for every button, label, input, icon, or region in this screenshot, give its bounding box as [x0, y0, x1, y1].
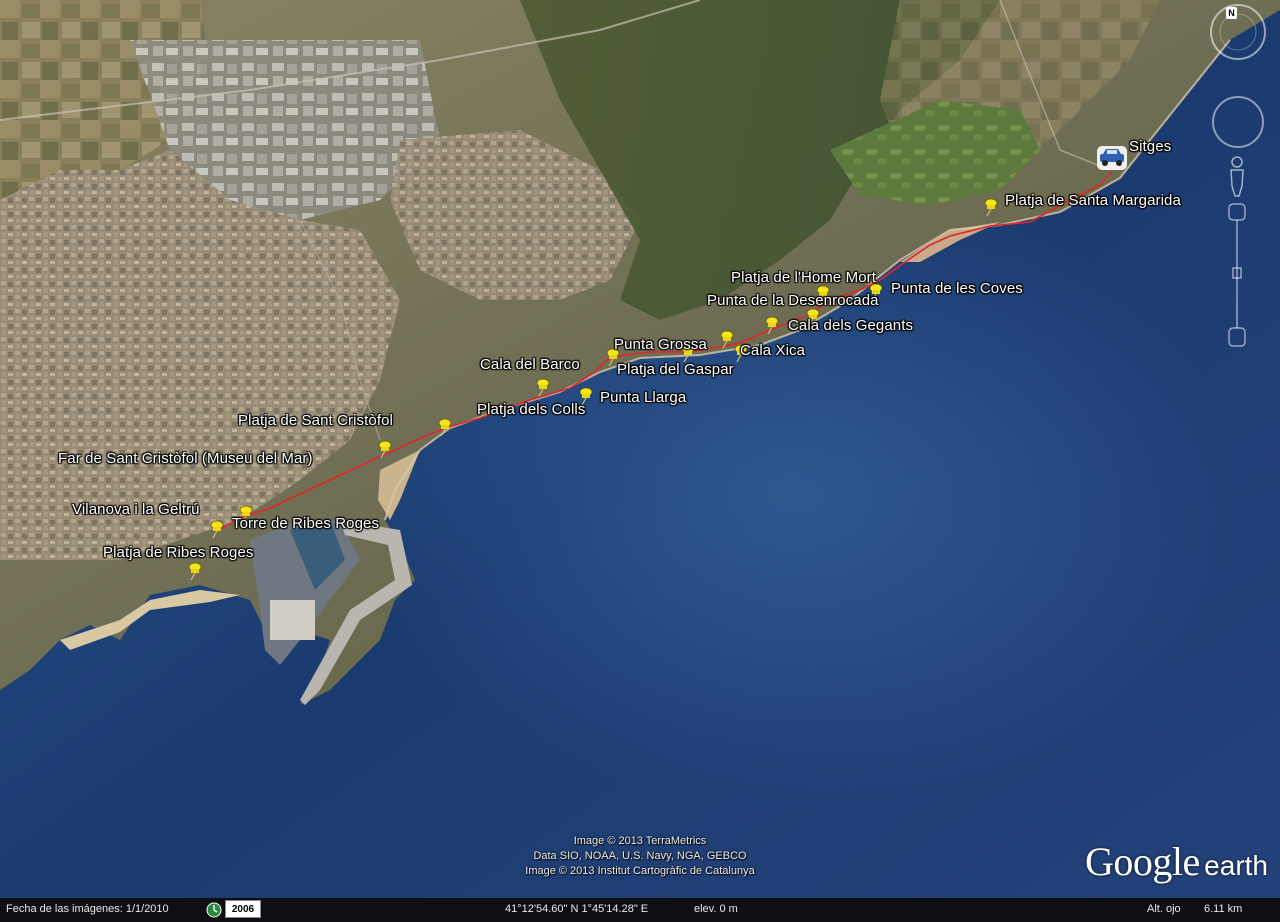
elevation-readout: elev. 0 m	[694, 903, 738, 915]
place-label-far-sant-cristofol[interactable]: Far de Sant Cristòfol (Museu del Mar)	[58, 450, 313, 467]
place-label-torre-ribes[interactable]: Torre de Ribes Roges	[232, 515, 379, 532]
place-label-platja-colls[interactable]: Platja dels Colls	[477, 401, 585, 418]
pushpin-icon[interactable]	[209, 520, 225, 538]
history-clock-icon[interactable]	[206, 902, 222, 918]
navigation-controls[interactable]: N	[1208, 2, 1268, 352]
logo-earth: earth	[1204, 850, 1268, 881]
place-label-punta-llarga[interactable]: Punta Llarga	[600, 389, 686, 406]
north-indicator[interactable]: N	[1226, 7, 1237, 19]
pushpin-icon[interactable]	[535, 378, 551, 396]
move-control[interactable]	[1210, 94, 1266, 150]
place-label-cala-xica[interactable]: Cala Xica	[740, 342, 805, 359]
place-label-vilanova[interactable]: Vilanova i la Geltrú	[72, 501, 200, 518]
place-label-platja-ribes[interactable]: Platja de Ribes Roges	[103, 544, 254, 561]
satellite-imagery	[0, 0, 1280, 898]
coordinates-readout: 41°12'54.60" N 1°45'14.28" E	[505, 903, 649, 915]
place-label-santa-margarida[interactable]: Platja de Santa Margarida	[1005, 192, 1181, 209]
place-label-platja-sant-cristofol[interactable]: Platja de Sant Cristòfol	[238, 412, 393, 429]
place-label-platja-gaspar[interactable]: Platja del Gaspar	[617, 361, 734, 378]
place-label-punta-coves[interactable]: Punta de les Coves	[891, 280, 1023, 297]
place-label-sitges[interactable]: Sitges	[1129, 138, 1171, 155]
historical-imagery-button[interactable]: 2006	[225, 900, 261, 918]
pushpin-icon[interactable]	[377, 440, 393, 458]
google-earth-logo: Google earth	[1085, 838, 1268, 885]
car-icon[interactable]	[1096, 145, 1128, 171]
zoom-slider[interactable]	[1224, 202, 1250, 350]
place-label-punta-desenrocada[interactable]: Punta de la Desenrocada	[707, 292, 879, 309]
place-label-punta-grossa[interactable]: Punta Grossa	[614, 336, 707, 353]
place-label-home-mort[interactable]: Platja de l'Home Mort	[731, 269, 876, 286]
pushpin-icon[interactable]	[764, 316, 780, 334]
logo-google: Google	[1084, 839, 1200, 884]
look-control[interactable]	[1208, 2, 1268, 94]
map-viewport[interactable]: Sitges Platja de Santa Margarida Platja …	[0, 0, 1280, 898]
eye-altitude-value: 6.11 km	[1204, 903, 1243, 915]
street-view-icon[interactable]	[1226, 154, 1248, 198]
imagery-date: Fecha de las imágenes: 1/1/2010	[6, 903, 169, 915]
place-label-cala-gegants[interactable]: Cala dels Gegants	[788, 317, 913, 334]
pushpin-icon[interactable]	[983, 198, 999, 216]
eye-altitude-label: Alt. ojo	[1147, 903, 1181, 915]
status-bar: Fecha de las imágenes: 1/1/2010 2006 41°…	[0, 898, 1280, 922]
pushpin-icon[interactable]	[437, 418, 453, 436]
pushpin-icon[interactable]	[187, 562, 203, 580]
place-label-cala-barco[interactable]: Cala del Barco	[480, 356, 580, 373]
